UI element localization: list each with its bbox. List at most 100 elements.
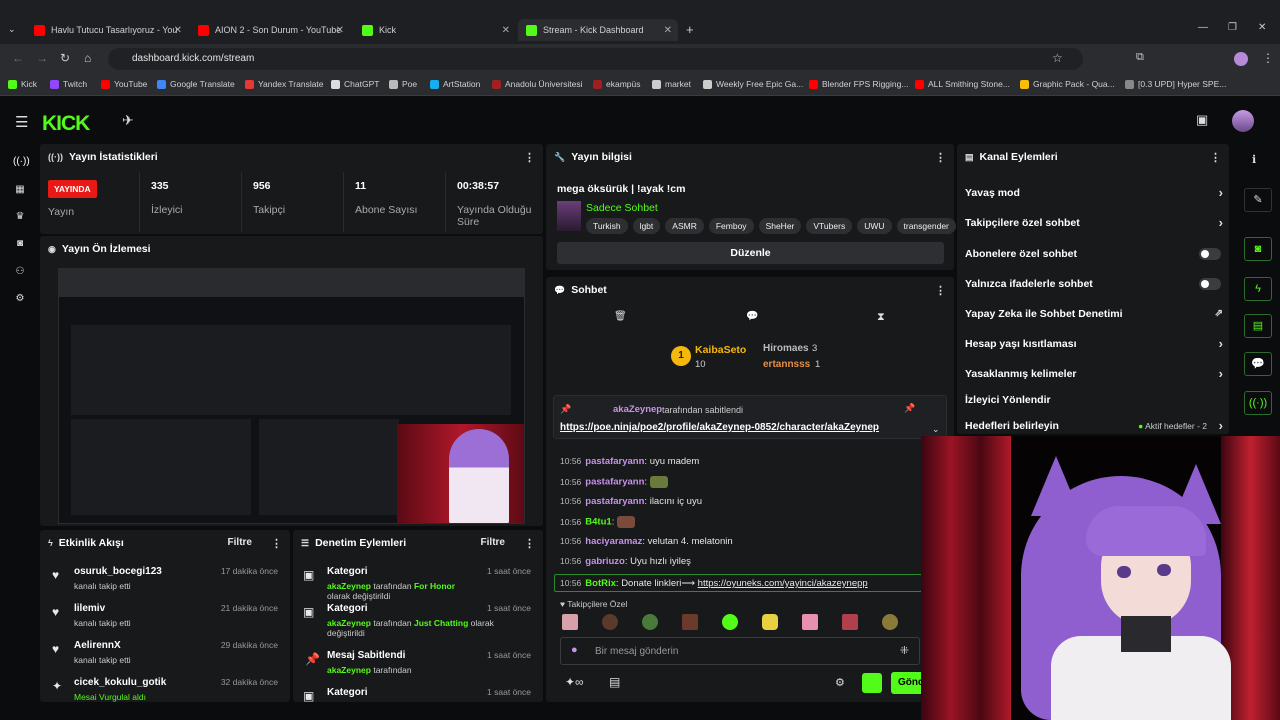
send-button[interactable]: Gönd (891, 672, 921, 694)
bookmark[interactable]: Twitch (50, 79, 87, 89)
followers-only-option[interactable]: Takipçilere özel sohbet › (965, 215, 1225, 237)
emote-icon[interactable] (882, 614, 898, 630)
chat-settings-icon[interactable]: ⚙ (835, 676, 845, 689)
menu-icon[interactable]: ⋮ (1262, 51, 1274, 65)
infinity-icon[interactable]: ✦∞ (565, 675, 584, 689)
edit-button[interactable]: Düzenle (557, 242, 944, 264)
more-options-icon[interactable]: ⋮ (524, 537, 535, 550)
emote-icon[interactable] (682, 614, 698, 630)
tag[interactable]: VTubers (806, 218, 853, 234)
tag[interactable]: transgender (896, 218, 956, 234)
leaderboard-user[interactable]: ertannsss (763, 359, 810, 370)
category-link[interactable]: Sadece Sohbet (586, 202, 658, 214)
browser-tab[interactable]: Havlu Tutucu Tasarlıyoruz - You ✕ (26, 19, 188, 41)
bookmark[interactable]: Graphic Pack - Qua... (1020, 79, 1115, 89)
bookmark[interactable]: market (652, 79, 691, 89)
pinned-link[interactable]: https://poe.ninja/poe2/profile/akaZeynep… (560, 422, 879, 433)
more-options-icon[interactable]: ⋮ (935, 284, 946, 297)
forward-icon[interactable]: → (36, 51, 48, 65)
rocket-icon[interactable]: ✈ (122, 112, 134, 129)
emote-icon[interactable] (842, 614, 858, 630)
info-icon[interactable]: ℹ (1252, 153, 1256, 166)
more-options-icon[interactable]: ⋮ (935, 151, 946, 164)
new-tab-icon[interactable]: + (686, 22, 694, 37)
broadcast-shortcut-icon[interactable]: ((·)) (1244, 391, 1272, 415)
microphone-icon[interactable]: ● (571, 644, 578, 656)
browser-tab[interactable]: Kick ✕ (354, 19, 516, 41)
bookmark[interactable]: Weekly Free Epic Ga... (703, 79, 803, 89)
minimize-icon[interactable]: — (1198, 22, 1208, 33)
reload-icon[interactable]: ↻ (60, 51, 70, 65)
maximize-icon[interactable]: ❐ (1228, 22, 1237, 33)
chat-shortcut-icon[interactable]: 💬 (1244, 352, 1272, 376)
store-icon[interactable]: ▤ (609, 675, 620, 689)
user-avatar[interactable] (1232, 110, 1254, 132)
raid-option[interactable]: İzleyici Yönlendir (965, 394, 1225, 414)
bookmark[interactable]: ArtStation (430, 79, 480, 89)
tag[interactable]: Turkish (586, 218, 628, 234)
close-window-icon[interactable]: ✕ (1258, 22, 1266, 33)
bookmark[interactable]: Anadolu Üniversitesi (492, 79, 582, 89)
kick-emote-icon[interactable] (862, 673, 882, 693)
pinned-by-user[interactable]: akaZeynep (613, 404, 662, 415)
kick-logo[interactable]: KICK (42, 112, 90, 136)
emote-icon[interactable] (762, 614, 778, 630)
trophy-icon[interactable]: ♛ (13, 211, 27, 225)
emote-icon[interactable] (802, 614, 818, 630)
tag[interactable]: UWU (857, 218, 892, 234)
tab-search-button[interactable]: ⌄ (8, 24, 16, 35)
tag[interactable]: ASMR (665, 218, 704, 234)
hamburger-menu-icon[interactable]: ☰ (15, 113, 28, 131)
emote-picker-icon[interactable]: ⁜ (900, 644, 909, 657)
close-tab-icon[interactable]: ✕ (664, 25, 672, 36)
bookmark[interactable]: Poe (389, 79, 417, 89)
bookmark[interactable]: Google Translate (157, 79, 235, 89)
emote-icon[interactable] (722, 614, 738, 630)
notes-shortcut-icon[interactable]: ▤ (1244, 314, 1272, 338)
stream-icon[interactable]: ((·)) (13, 156, 30, 170)
analytics-icon[interactable]: ▦ (13, 184, 27, 198)
tag[interactable]: SheHer (758, 218, 802, 234)
back-icon[interactable]: ← (12, 51, 24, 65)
studio-icon[interactable]: ▣ (1196, 112, 1208, 128)
bookmark-star-icon[interactable]: ☆ (1052, 51, 1063, 65)
bookmark[interactable]: ChatGPT (331, 79, 379, 89)
moderation-shortcut-icon[interactable]: ◙ (1244, 237, 1272, 261)
filter-button[interactable]: Filtre (228, 537, 252, 548)
subscribers-only-toggle[interactable] (1199, 248, 1221, 260)
chevron-down-icon[interactable]: ⌄ (932, 424, 940, 435)
profile-avatar[interactable] (1234, 52, 1248, 66)
close-tab-icon[interactable]: ✕ (336, 25, 344, 36)
close-tab-icon[interactable]: ✕ (174, 25, 182, 36)
chat-input[interactable]: ● Bir mesaj gönderin ⁜ (560, 637, 920, 665)
tag[interactable]: lgbt (632, 218, 661, 234)
browser-tab-active[interactable]: Stream - Kick Dashboard ✕ (518, 19, 678, 41)
emote-icon[interactable] (562, 614, 578, 630)
bookmark[interactable]: Blender FPS Rigging... (809, 79, 908, 89)
bookmark[interactable]: ekampüs (593, 79, 641, 89)
settings-icon[interactable]: ⚙ (13, 293, 27, 307)
leaderboard-user[interactable]: Hiromaes (763, 343, 809, 354)
chat-bubble-icon[interactable]: 💬 (746, 311, 758, 322)
bookmark[interactable]: YouTube (101, 79, 147, 89)
banned-words-option[interactable]: Yasaklanmış kelimeler › (965, 366, 1225, 388)
trash-icon[interactable]: 🗑 (614, 311, 627, 322)
leaderboard-user[interactable]: KaibaSeto (695, 344, 746, 356)
bookmark[interactable]: Yandex Translate (245, 79, 324, 89)
edit-icon[interactable]: ✎ (1244, 188, 1272, 212)
extensions-icon[interactable]: ⧉ (1136, 51, 1144, 64)
more-options-icon[interactable]: ⋮ (524, 151, 535, 164)
home-icon[interactable]: ⌂ (84, 51, 91, 65)
account-age-option[interactable]: Hesap yaşı kısıtlaması › (965, 336, 1225, 358)
bolt-shortcut-icon[interactable]: ϟ (1244, 277, 1272, 301)
ai-moderation-option[interactable]: Yapay Zeka ile Sohbet Denetimi ⇗ (965, 308, 1225, 328)
close-tab-icon[interactable]: ✕ (502, 25, 510, 36)
more-options-icon[interactable]: ⋮ (271, 537, 282, 550)
emote-icon[interactable] (602, 614, 618, 630)
community-icon[interactable]: ⚇ (13, 266, 27, 280)
unpin-icon[interactable]: 📌 (904, 403, 915, 414)
slow-mode-option[interactable]: Yavaş mod › (965, 185, 1225, 207)
bookmark[interactable]: [0.3 UPD] Hyper SPE... (1125, 79, 1226, 89)
bookmark[interactable]: ALL Smithing Stone... (915, 79, 1010, 89)
emote-icon[interactable] (642, 614, 658, 630)
